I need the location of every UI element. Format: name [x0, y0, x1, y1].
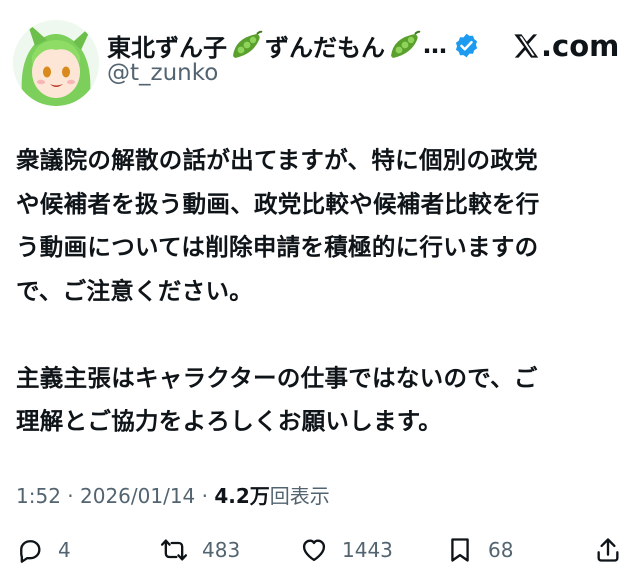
author-name-ellipsis: …: [423, 31, 447, 59]
heart-icon: [302, 539, 326, 562]
x-brand-icon: [514, 34, 539, 58]
tweet-date[interactable]: 2026/01/14: [80, 484, 195, 508]
tweet-time[interactable]: 1:52: [16, 484, 61, 508]
author-name-part2: ずんだもん: [265, 33, 385, 62]
avatar-image: [13, 20, 99, 106]
action-bar: 4 483 1443 68: [0, 530, 640, 570]
edamame-icon: [391, 30, 421, 58]
repost-button[interactable]: 483: [160, 530, 240, 570]
share-icon: [597, 538, 619, 562]
edamame-icon: [233, 30, 263, 58]
author-handle[interactable]: @t_zunko: [107, 60, 218, 86]
bookmark-icon: [451, 538, 469, 562]
repost-count: 483: [202, 538, 241, 562]
author-name-part1: 東北ずん子: [107, 33, 227, 62]
verified-badge-icon: [455, 33, 478, 57]
tweet-body: 衆議院の解散の話が出てますが、特に個別の政党 や候補者を扱う動画、政党比較や候補…: [16, 146, 540, 435]
meta-separator: ·: [60, 484, 80, 508]
x-logo-domain: .com: [541, 29, 620, 63]
bookmark-button[interactable]: 68: [446, 530, 513, 570]
reply-icon: [20, 540, 41, 563]
reply-count: 4: [58, 538, 71, 562]
bookmark-count: 68: [488, 538, 514, 562]
tweet-meta: 1:52 · 2026/01/14 · 4.2万回表示: [16, 480, 330, 509]
repost-icon: [160, 539, 188, 561]
views-label: 回表示: [269, 484, 330, 508]
like-button[interactable]: 1443: [300, 530, 393, 570]
views-count: 4.2万: [214, 484, 270, 508]
share-button[interactable]: [594, 530, 636, 570]
author-name[interactable]: 東北ずん子 ずんだもん …: [107, 27, 480, 63]
avatar[interactable]: [13, 20, 99, 106]
like-count: 1443: [342, 538, 393, 562]
x-logo: .com: [512, 28, 619, 64]
meta-separator: ·: [195, 484, 215, 508]
reply-button[interactable]: 4: [16, 530, 71, 570]
